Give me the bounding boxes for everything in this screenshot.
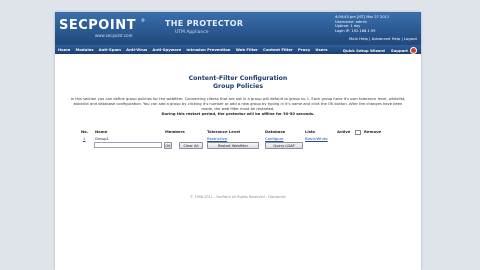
group-number-link[interactable]: 1 [83, 136, 85, 141]
tolerance-level-link[interactable]: Restrictive [207, 136, 227, 141]
status-login-ip: Login IP: 192.168.1.99 [335, 28, 376, 33]
intro-text: In this section you can define group pol… [68, 97, 408, 117]
nav-users[interactable]: Users [315, 47, 327, 52]
nav-anti-virus[interactable]: Anti-Virus [126, 47, 147, 52]
group-name: Group1 [95, 136, 109, 141]
active-all-checkbox[interactable] [355, 129, 361, 136]
clear-all-button[interactable]: Clear All [179, 141, 203, 149]
nav-items: Home Modules Anti-Spam Anti-Virus Anti-S… [58, 47, 333, 52]
nav-right: Quick Setup Wizard Support [343, 47, 417, 54]
page-footer: © 1998-2011 - SecPoint All Rights Reserv… [189, 195, 287, 199]
restart-warning: During this restart period, the protecto… [161, 112, 315, 116]
col-header-remove: Remove [364, 129, 382, 134]
restart-webfilter-button[interactable]: Restart Webfilter [207, 141, 259, 149]
secpoint-logo[interactable]: SECPOINT ® www.secpoint.com [59, 18, 145, 40]
nav-content-filter[interactable]: Content Filter [263, 47, 293, 52]
database-configure-link[interactable]: Configure [265, 136, 283, 141]
power-icon[interactable] [410, 47, 417, 54]
col-header-tolerance: Tolerance Level [207, 129, 241, 134]
nav-anti-spyware[interactable]: Anti-Spyware [152, 47, 181, 52]
logo-trademark: ® [141, 18, 145, 23]
page-title: Content-Filter Configuration Group Polic… [55, 75, 421, 91]
page-title-line2: Group Policies [212, 83, 264, 90]
logo-url: www.secpoint.com [95, 33, 133, 38]
col-header-active: Active [337, 129, 351, 134]
col-header-lists: Lists [305, 129, 316, 134]
nav-modules[interactable]: Modules [76, 47, 94, 52]
col-header-database: Database [265, 129, 286, 134]
header-bar: SECPOINT ® www.secpoint.com THE PROTECTO… [55, 12, 421, 45]
black-white-list-link[interactable]: Black/White [305, 136, 328, 141]
col-header-no: No. [81, 129, 89, 134]
product-subtitle: UTM Appliance [175, 30, 209, 35]
nav-support[interactable]: Support [391, 48, 408, 53]
page-title-line1: Content-Filter Configuration [188, 75, 288, 82]
session-status: 4:04:45 pm [IST] Mar 27 2011 Username: a… [335, 15, 419, 33]
nav-home[interactable]: Home [58, 47, 70, 52]
col-header-name: Name [95, 129, 108, 134]
main-nav: Home Modules Anti-Spam Anti-Virus Anti-S… [55, 45, 421, 54]
logout-link[interactable]: Logout [404, 36, 417, 41]
new-group-name-input[interactable] [94, 142, 162, 148]
nav-anti-spam[interactable]: Anti-Spam [99, 47, 121, 52]
advanced-help-link[interactable]: Advanced Help [372, 36, 401, 41]
intro-paragraph: In this section you can define group pol… [70, 97, 406, 111]
main-help-link[interactable]: Main Help [349, 36, 368, 41]
ok-button[interactable]: OK [164, 141, 172, 149]
app-window: SECPOINT ® www.secpoint.com THE PROTECTO… [55, 12, 421, 270]
logo-text: SECPOINT [59, 18, 136, 33]
col-header-members: Members [165, 129, 185, 134]
nav-proxy[interactable]: Proxy [298, 47, 310, 52]
help-links: Main Help | Advanced Help | Logout [349, 36, 417, 41]
product-title: THE PROTECTOR [165, 19, 244, 28]
nav-web-filter[interactable]: Web Filter [236, 47, 258, 52]
query-ldap-button[interactable]: Query LDAP [265, 141, 303, 149]
nav-quick-setup-wizard[interactable]: Quick Setup Wizard [343, 48, 385, 53]
nav-intrusion-prevention[interactable]: Intrusion Prevention [186, 47, 230, 52]
